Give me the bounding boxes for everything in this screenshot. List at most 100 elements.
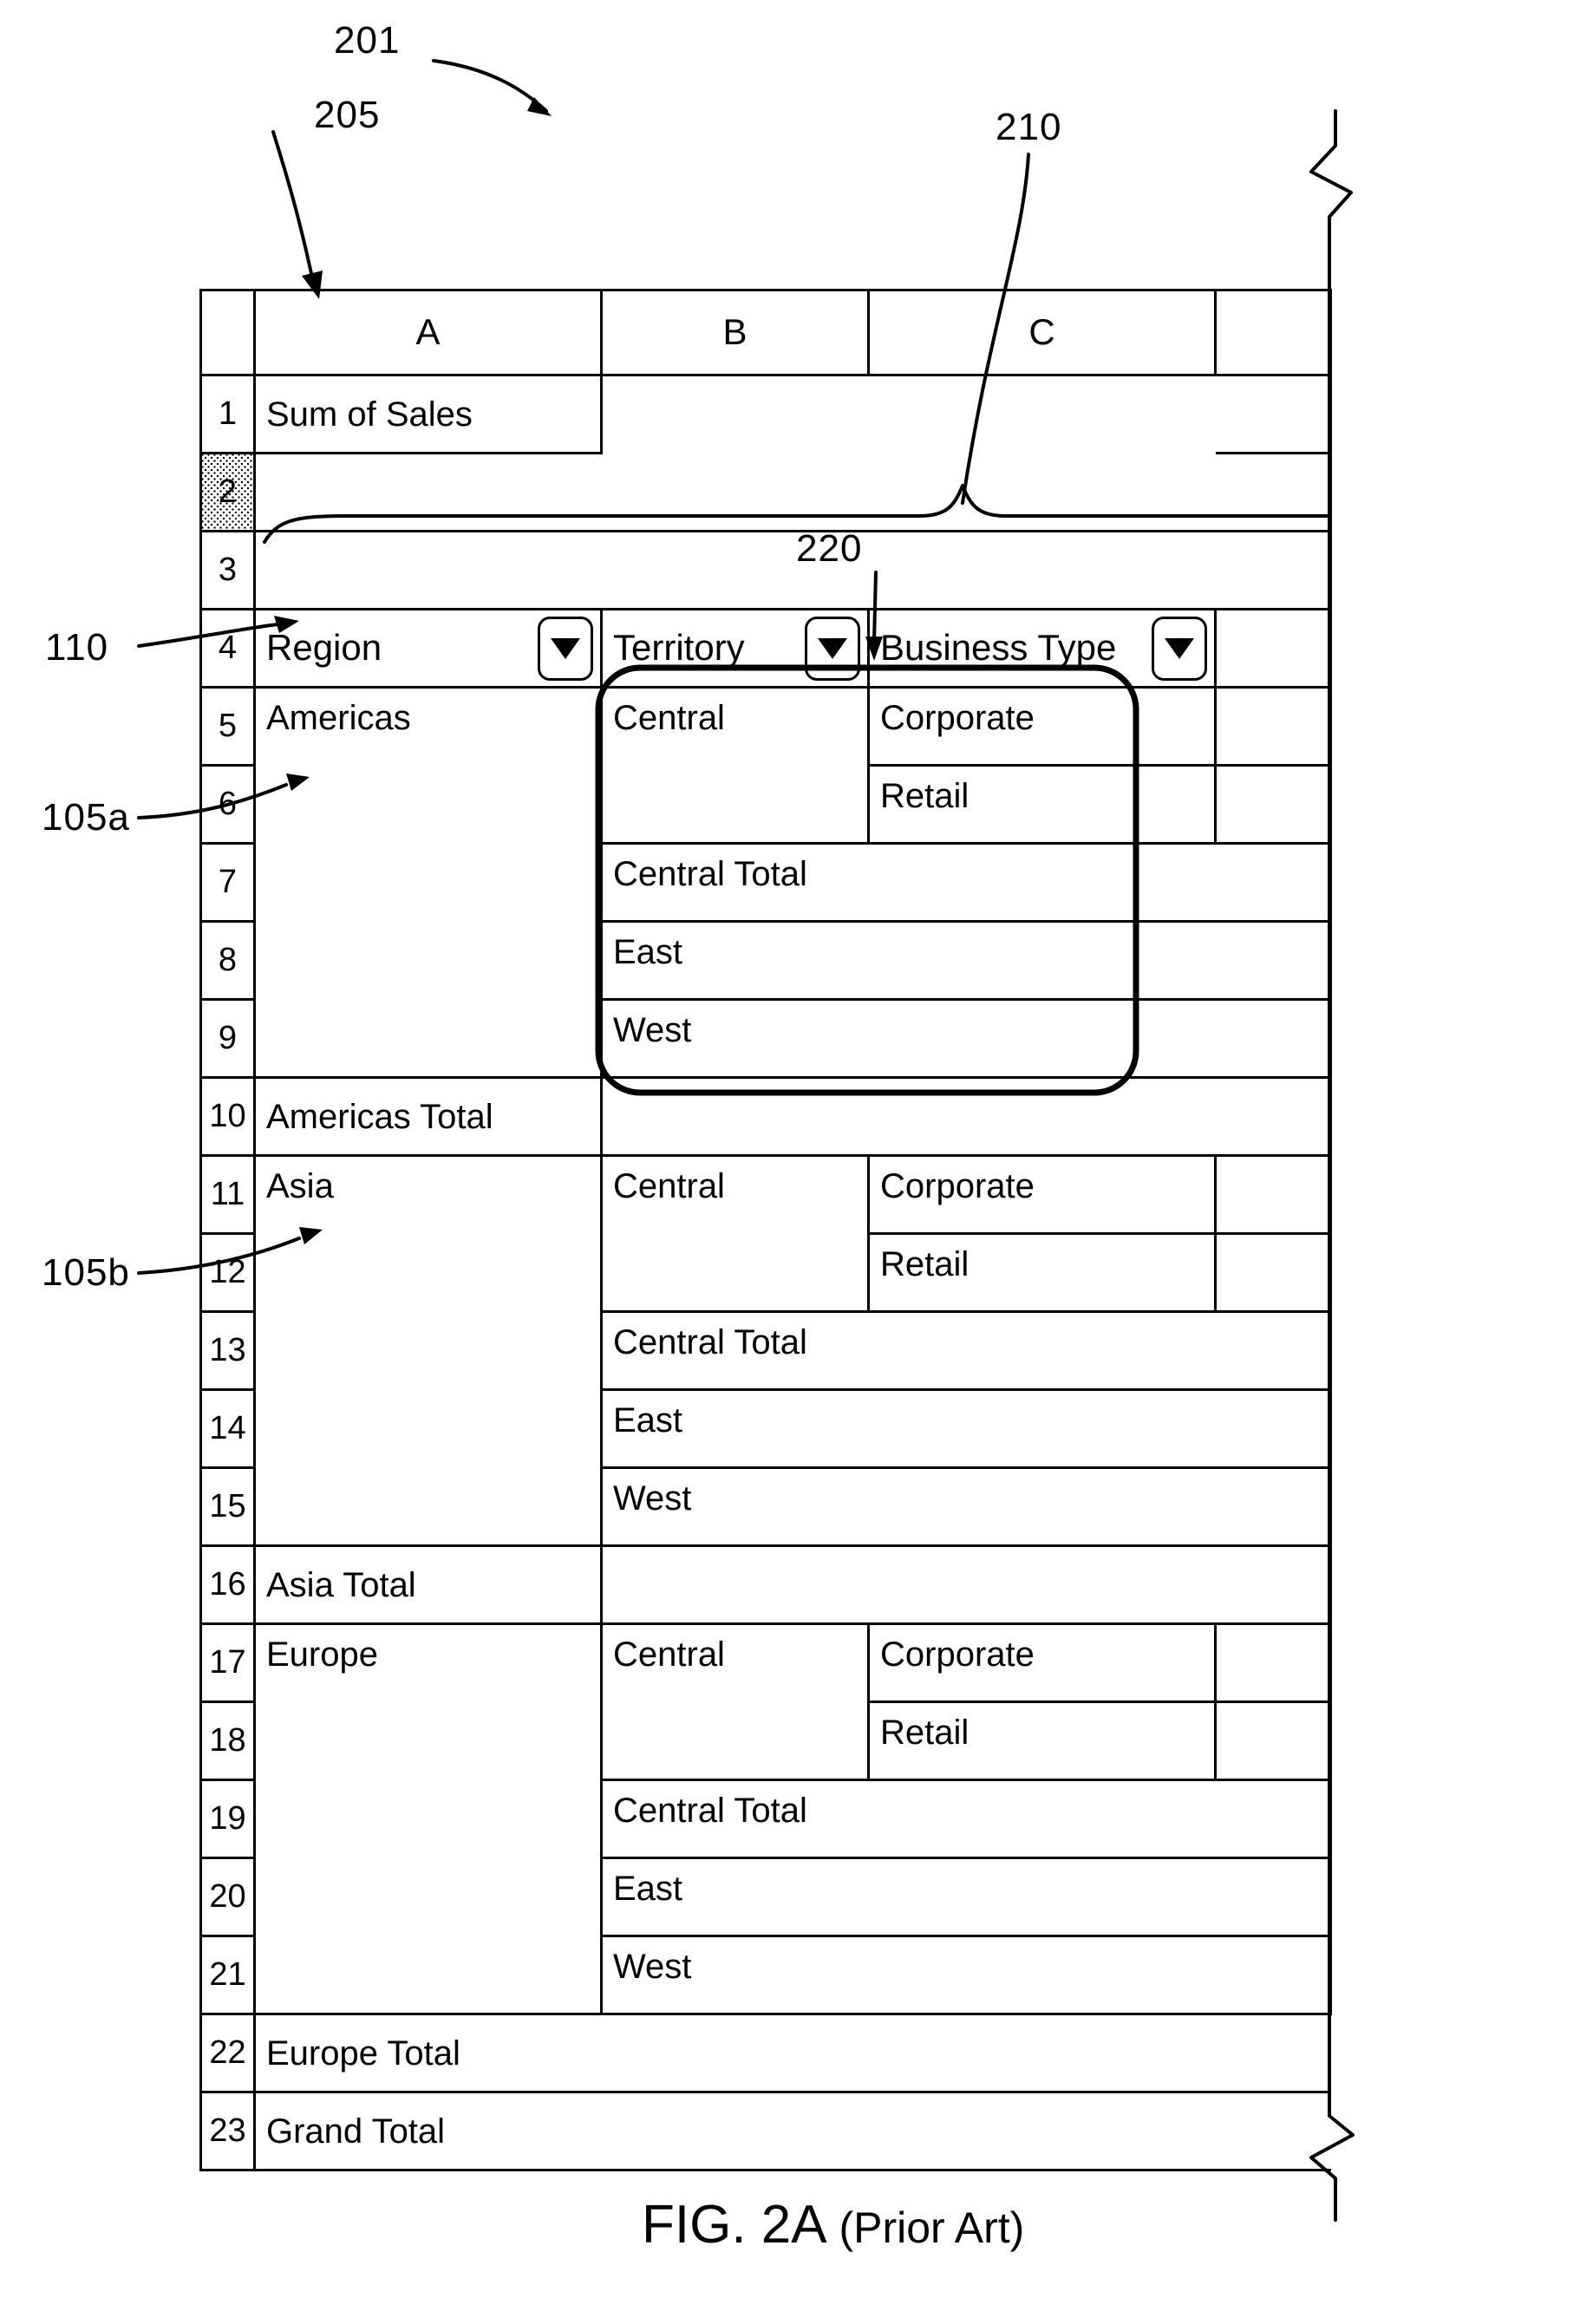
row-header-20[interactable]: 20 (199, 1857, 256, 1937)
cell-d9[interactable] (1215, 998, 1332, 1079)
cell-c12-retail[interactable]: Retail (867, 1232, 1217, 1313)
cell-b10[interactable] (600, 1076, 1216, 1157)
filter-field-business-type[interactable]: Business Type (867, 608, 1217, 689)
cell-c11-corporate[interactable]: Corporate (867, 1154, 1217, 1235)
cell-c2[interactable] (869, 454, 1216, 532)
cell-a16-asia-total[interactable]: Asia Total (253, 1544, 603, 1625)
chevron-down-icon-business-type[interactable] (1152, 616, 1207, 681)
ref-numeral-105a: 105a (42, 796, 130, 839)
cell-d3[interactable] (1215, 530, 1332, 610)
cell-d18[interactable] (1215, 1701, 1332, 1781)
column-header-row: A B C (199, 289, 1332, 376)
ref-numeral-110: 110 (45, 626, 109, 669)
row-header-23[interactable]: 23 (199, 2091, 256, 2171)
cell-d7[interactable] (1215, 842, 1332, 923)
grid-corner-cell[interactable] (199, 289, 256, 376)
cell-a5-americas[interactable]: Americas (253, 686, 603, 1079)
cell-b5-central[interactable]: Central (600, 686, 870, 845)
row-header-14[interactable]: 14 (199, 1388, 256, 1469)
cell-b7-central-total[interactable]: Central Total (600, 842, 1216, 923)
cell-d17[interactable] (1215, 1622, 1332, 1703)
row-header-4[interactable]: 4 (199, 608, 256, 689)
chevron-down-icon-region[interactable] (538, 616, 593, 681)
cell-d13[interactable] (1215, 1310, 1332, 1391)
cell-b11-central[interactable]: Central (600, 1154, 870, 1313)
cell-a1-text: Sum of Sales (266, 395, 473, 434)
cell-d8[interactable] (1215, 920, 1332, 1001)
cell-d15[interactable] (1215, 1466, 1332, 1547)
cell-d6[interactable] (1215, 764, 1332, 845)
cell-d4[interactable] (1215, 608, 1332, 689)
cell-b17-central[interactable]: Central (600, 1622, 870, 1781)
cell-d16[interactable] (1215, 1544, 1332, 1625)
figure-caption-main: FIG. 2A (642, 2195, 825, 2255)
cell-c1[interactable] (868, 374, 1216, 454)
cell-b9-west[interactable]: West (600, 998, 1216, 1079)
row-header-8[interactable]: 8 (199, 920, 256, 1001)
cell-b16[interactable] (600, 1544, 1216, 1625)
row-header-6[interactable]: 6 (199, 764, 256, 845)
cell-c5-corporate[interactable]: Corporate (867, 686, 1217, 767)
cell-d21[interactable] (1215, 1935, 1332, 2015)
row-header-7[interactable]: 7 (199, 842, 256, 923)
cell-b15-west[interactable]: West (600, 1466, 1216, 1547)
cell-a23-grand-total[interactable]: Grand Total (253, 2091, 1331, 2171)
column-header-b[interactable]: B (600, 289, 870, 376)
break-line-top (1309, 109, 1353, 279)
row-header-13[interactable]: 13 (199, 1310, 256, 1391)
row-header-3[interactable]: 3 (199, 530, 256, 610)
cell-c3[interactable] (868, 530, 1216, 610)
table-row: 16 Asia Total (199, 1544, 1332, 1625)
cell-b7-text: Central Total (613, 855, 807, 893)
cell-d10[interactable] (1215, 1076, 1332, 1157)
cell-d12[interactable] (1215, 1232, 1332, 1313)
cell-b20-east[interactable]: East (600, 1857, 1216, 1937)
filter-field-territory[interactable]: Territory (600, 608, 870, 689)
column-header-d[interactable] (1214, 289, 1332, 376)
row-header-19[interactable]: 19 (199, 1779, 256, 1859)
cell-d19[interactable] (1215, 1779, 1332, 1859)
cell-b2[interactable] (602, 454, 869, 532)
cell-d2[interactable] (1215, 452, 1332, 532)
row-header-5[interactable]: 5 (199, 686, 256, 767)
spreadsheet-table: A B C 1 Sum of Sales 2 3 4 Region Territ… (199, 289, 1332, 2171)
cell-a17-europe[interactable]: Europe (253, 1622, 603, 2015)
row-header-16[interactable]: 16 (199, 1544, 256, 1625)
row-header-9[interactable]: 9 (199, 998, 256, 1079)
row-header-11[interactable]: 11 (199, 1154, 256, 1235)
row-header-17[interactable]: 17 (199, 1622, 256, 1703)
row-header-18[interactable]: 18 (199, 1701, 256, 1781)
cell-d20[interactable] (1215, 1857, 1332, 1937)
cell-a2[interactable] (253, 452, 602, 532)
cell-c6-retail[interactable]: Retail (867, 764, 1217, 845)
cell-c18-retail[interactable]: Retail (867, 1701, 1217, 1781)
cell-b13-central-total[interactable]: Central Total (600, 1310, 1216, 1391)
row-header-22[interactable]: 22 (199, 2013, 256, 2093)
cell-a3[interactable] (253, 530, 602, 610)
cell-d1[interactable] (1215, 374, 1332, 454)
row-header-15[interactable]: 15 (199, 1466, 256, 1547)
filter-header-row: 4 Region Territory Business Type (199, 608, 1332, 689)
filter-field-region[interactable]: Region (253, 608, 603, 689)
column-header-a[interactable]: A (253, 289, 603, 376)
cell-b1[interactable] (601, 374, 869, 454)
cell-b14-east[interactable]: East (600, 1388, 1216, 1469)
cell-d11[interactable] (1215, 1154, 1332, 1235)
cell-c17-corporate[interactable]: Corporate (867, 1622, 1217, 1703)
cell-a10-americas-total[interactable]: Americas Total (253, 1076, 603, 1157)
row-header-10[interactable]: 10 (199, 1076, 256, 1157)
cell-d5[interactable] (1215, 686, 1332, 767)
cell-b8-east[interactable]: East (600, 920, 1216, 1001)
row-header-1[interactable]: 1 (199, 374, 256, 454)
cell-b19-central-total[interactable]: Central Total (600, 1779, 1216, 1859)
column-header-c[interactable]: C (867, 289, 1217, 376)
cell-a1[interactable]: Sum of Sales (253, 374, 603, 454)
cell-a11-asia[interactable]: Asia (253, 1154, 603, 1547)
row-header-21[interactable]: 21 (199, 1935, 256, 2015)
cell-a22-europe-total[interactable]: Europe Total (253, 2013, 1331, 2093)
row-header-2-selected[interactable]: 2 (199, 452, 256, 532)
cell-d14[interactable] (1215, 1388, 1332, 1469)
row-header-12[interactable]: 12 (199, 1232, 256, 1313)
cell-b21-west[interactable]: West (600, 1935, 1216, 2015)
chevron-down-icon-territory[interactable] (805, 616, 860, 681)
